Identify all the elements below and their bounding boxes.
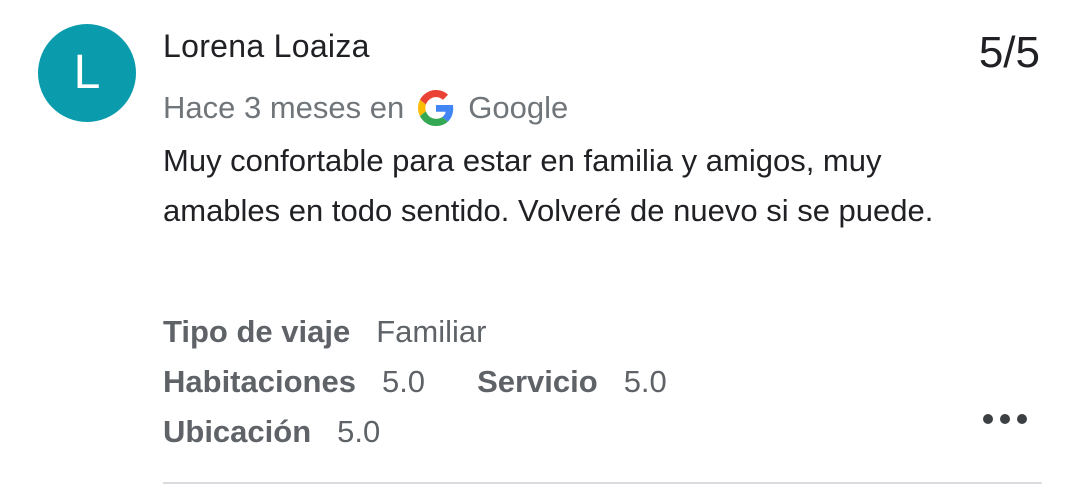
review-text: Muy confortable para estar en familia y … — [163, 143, 934, 228]
author-name[interactable]: Lorena Loaiza — [163, 28, 370, 65]
review-card: L Lorena Loaiza 5/5 Hace 3 meses en Goog… — [0, 0, 1065, 489]
rating-label: Ubicación — [163, 414, 312, 449]
trip-type-value: Familiar — [376, 314, 487, 349]
trip-type-label: Tipo de viaje — [163, 314, 351, 349]
rating-value: 5.0 — [337, 414, 381, 449]
review-score: 5/5 — [978, 28, 1040, 77]
rating-value: 5.0 — [623, 364, 667, 399]
dot — [983, 414, 993, 424]
review-time: Hace 3 meses en — [163, 90, 405, 125]
rating-service: Servicio 5.0 — [477, 357, 667, 407]
review-source: Google — [468, 90, 569, 125]
rating-rooms: Habitaciones 5.0 — [163, 357, 425, 407]
rating-label: Servicio — [477, 364, 598, 399]
google-g-icon — [418, 90, 454, 126]
dot — [1000, 414, 1010, 424]
rating-location: Ubicación 5.0 — [163, 407, 380, 457]
rating-label: Habitaciones — [163, 364, 356, 399]
more-horizontal-icon[interactable] — [983, 404, 1027, 434]
review-attributes: Tipo de viaje Familiar Habitaciones 5.0 … — [163, 307, 667, 457]
rating-value: 5.0 — [381, 364, 426, 399]
avatar[interactable]: L — [38, 24, 136, 122]
ratings-row: Habitaciones 5.0 Servicio 5.0 — [163, 357, 667, 407]
dot — [1017, 414, 1027, 424]
review-meta: Hace 3 meses en Google — [163, 86, 568, 130]
ratings-row: Ubicación 5.0 — [163, 407, 667, 457]
trip-type-row: Tipo de viaje Familiar — [163, 307, 667, 357]
divider — [163, 482, 1042, 484]
